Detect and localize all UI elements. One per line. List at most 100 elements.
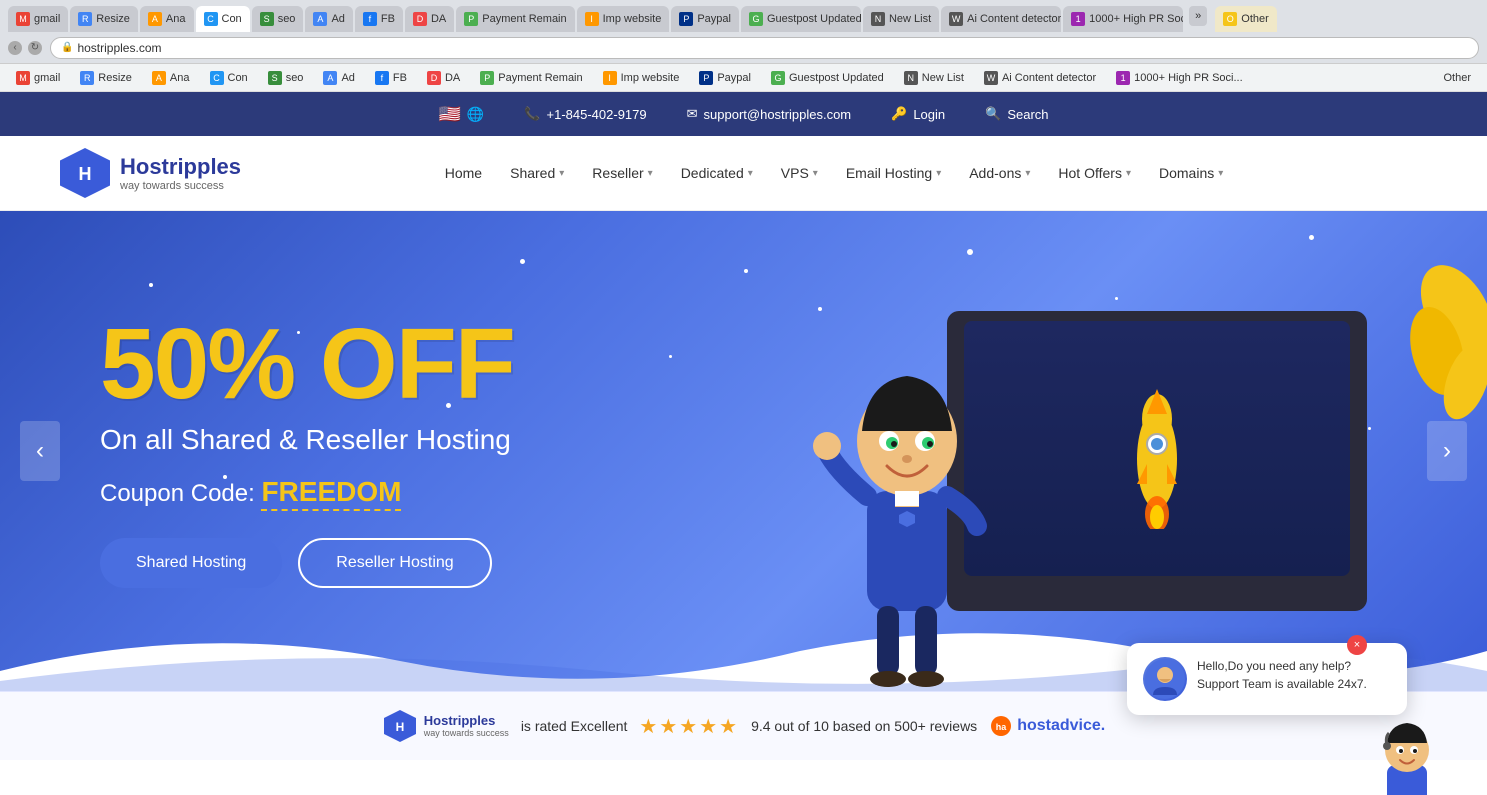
hero-coupon-code: FREEDOM [261,476,401,511]
rating-stars: ★★★★★ [639,714,739,739]
logo-name: Hostripples [120,154,241,180]
login-label: Login [913,107,945,122]
tab-fb[interactable]: f FB [355,6,403,32]
tab-ai[interactable]: W Ai Content detector [941,6,1061,32]
tab-guestpost[interactable]: G Guestpost Updated [741,6,861,32]
hostadvice-badge: ha hostadvice. [989,714,1105,738]
bookmark-favicon-paypal: P [699,71,713,85]
tab-favicon-paypal: P [679,12,693,26]
hero-next-button[interactable]: › [1427,421,1467,481]
bookmark-favicon-imp: I [603,71,617,85]
bookmark-1000[interactable]: 1 1000+ High PR Soci... [1108,69,1251,87]
chevron-down-icon: ▾ [648,168,653,179]
bookmark-resize[interactable]: R Resize [72,69,140,87]
tab-paypal[interactable]: P Paypal [671,6,739,32]
hero-prev-button[interactable]: ‹ [20,421,60,481]
logo-text-area: Hostripples way towards success [120,154,241,192]
tab-favicon-seo: S [260,12,274,26]
url-input[interactable]: 🔒 hostripples.com [50,37,1479,59]
bookmark-ad[interactable]: A Ad [315,69,362,87]
browser-address-bar: ‹ ↻ 🔒 hostripples.com [0,32,1487,64]
tab-imp[interactable]: I Imp website [577,6,670,32]
back-button[interactable]: ‹ [8,41,22,55]
bookmark-paypal[interactable]: P Paypal [691,69,759,87]
star-14 [744,269,748,273]
bookmark-favicon-1000: 1 [1116,71,1130,85]
nav-home[interactable]: Home [433,157,494,189]
url-text: hostripples.com [77,41,161,55]
phone-icon: 📞 [524,106,540,122]
tab-favicon-payment: P [464,12,478,26]
bookmark-seo[interactable]: S seo [260,69,312,87]
nav-shared[interactable]: Shared ▾ [498,157,576,189]
hero-section: ‹ 50% OFF On all Shared & Reseller Hosti… [0,211,1487,691]
hostadvice-label: hostadvice. [1017,717,1105,735]
bookmark-newlist[interactable]: N New List [896,69,972,87]
tab-seo[interactable]: S seo [252,6,304,32]
phone-item[interactable]: 📞 +1-845-402-9179 [524,106,646,122]
rating-score: 9.4 out of 10 based on 500+ reviews [751,718,977,734]
support-bot[interactable] [1367,715,1447,795]
tab-other[interactable]: O Other [1215,6,1277,32]
tab-con[interactable]: C Con [196,6,250,32]
refresh-button[interactable]: ↻ [28,41,42,55]
tab-gmail[interactable]: M gmail [8,6,68,32]
top-info-bar: 🇺🇸 🌐 📞 +1-845-402-9179 ✉ support@hostrip… [0,92,1487,136]
mascot-figure [807,311,1007,691]
nav-hot-offers[interactable]: Hot Offers ▾ [1046,157,1143,189]
tab-payment[interactable]: P Payment Remain [456,6,574,32]
tab-da[interactable]: D DA [405,6,454,32]
tabs-more-button[interactable]: » [1189,6,1207,26]
bookmark-favicon-seo: S [268,71,282,85]
bookmark-favicon-ai: W [984,71,998,85]
flag-globe-item[interactable]: 🇺🇸 🌐 [438,104,484,125]
login-item[interactable]: 🔑 Login [891,106,945,122]
nav-vps[interactable]: VPS ▾ [769,157,830,189]
bookmark-gmail[interactable]: M gmail [8,69,68,87]
tab-favicon-newlist: N [871,12,885,26]
search-item[interactable]: 🔍 Search [985,106,1048,122]
hostripples-rating-logo: H Hostripples way towards success [382,708,509,744]
bookmark-imp[interactable]: I Imp website [595,69,688,87]
bookmark-fb[interactable]: f FB [367,69,415,87]
star-1 [149,283,153,287]
bookmark-con[interactable]: C Con [202,69,256,87]
bookmark-ana[interactable]: A Ana [144,69,198,87]
bookmark-guestpost[interactable]: G Guestpost Updated [763,69,892,87]
tab-favicon-fb: f [363,12,377,26]
tab-ad[interactable]: A Ad [305,6,352,32]
bookmark-favicon-newlist: N [904,71,918,85]
nav-reseller[interactable]: Reseller ▾ [580,157,664,189]
hero-discount-text: 50% OFF [100,314,514,414]
reseller-hosting-button[interactable]: Reseller Hosting [298,538,491,588]
star-3 [520,259,525,264]
bookmark-payment[interactable]: P Payment Remain [472,69,590,87]
email-item[interactable]: ✉ support@hostripples.com [687,106,852,122]
bookmark-ai[interactable]: W Ai Content detector [976,69,1104,87]
tab-newlist[interactable]: N New List [863,6,939,32]
bookmarks-bar: M gmail R Resize A Ana C Con S seo A Ad … [0,64,1487,92]
svg-text:H: H [79,164,92,184]
site-header: H Hostripples way towards success Home S… [0,136,1487,211]
tab-favicon-resize: R [78,12,92,26]
tab-resize[interactable]: R Resize [70,6,138,32]
logo-area[interactable]: H Hostripples way towards success [60,148,241,198]
bookmark-da[interactable]: D DA [419,69,468,87]
chevron-down-icon: ▾ [936,168,941,179]
tab-1000[interactable]: 1 1000+ High PR Soci... [1063,6,1183,32]
tab-favicon-da: D [413,12,427,26]
nav-email-hosting[interactable]: Email Hosting ▾ [834,157,953,189]
tab-ana[interactable]: A Ana [140,6,194,32]
email-icon: ✉ [687,106,698,122]
star-9 [1309,235,1314,240]
chat-close-button[interactable]: × [1347,635,1367,655]
nav-addons[interactable]: Add-ons ▾ [957,157,1042,189]
tab-favicon-guestpost: G [749,12,763,26]
nav-domains[interactable]: Domains ▾ [1147,157,1235,189]
tab-favicon-imp: I [585,12,599,26]
nav-dedicated[interactable]: Dedicated ▾ [669,157,765,189]
logo-tagline: way towards success [120,180,241,192]
chat-widget[interactable]: × Hello,Do you need any help? Support Te… [1127,643,1407,715]
shared-hosting-button[interactable]: Shared Hosting [100,538,282,588]
bookmark-other[interactable]: Other [1435,70,1479,86]
